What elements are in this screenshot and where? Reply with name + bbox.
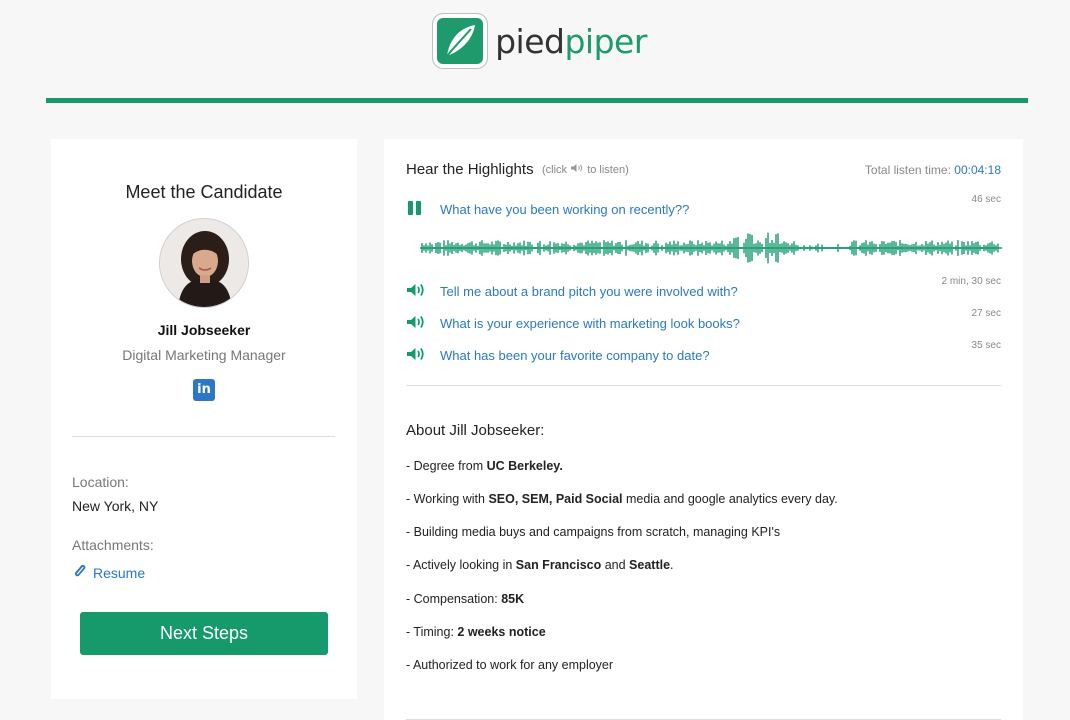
paperclip-icon xyxy=(73,563,87,582)
listen-hint: (click to listen) xyxy=(542,163,629,176)
location-label: Location: xyxy=(72,474,129,490)
speaker-small-icon xyxy=(570,164,587,176)
question-text[interactable]: What is your experience with marketing l… xyxy=(440,316,740,331)
total-time-label: Total listen time: xyxy=(864,163,951,177)
resume-label: Resume xyxy=(93,564,146,581)
question-text[interactable]: What have you been working on recently?? xyxy=(440,202,689,217)
bullet-bold-text: San Francisco xyxy=(515,558,602,572)
total-time-value: 00:04:18 xyxy=(954,163,1001,177)
about-bullet: - Authorized to work for any employer xyxy=(406,658,613,672)
bullet-text: . xyxy=(670,558,674,572)
bullet-text: - Building media buys and campaigns from… xyxy=(406,525,781,539)
bullet-bold-text: 85K xyxy=(501,592,525,606)
bullet-bold-text: 2 weeks notice xyxy=(457,625,546,639)
about-bullet: - Degree from UC Berkeley. xyxy=(406,459,563,473)
bullet-text: - Degree from xyxy=(406,459,487,473)
speaker-icon[interactable] xyxy=(406,346,426,364)
next-steps-button[interactable]: Next Steps xyxy=(80,612,328,655)
section-divider xyxy=(406,385,1001,386)
about-bullet: - Timing: 2 weeks notice xyxy=(406,625,546,639)
question-row[interactable]: What have you been working on recently??… xyxy=(406,194,1001,220)
resume-link[interactable]: Resume xyxy=(73,563,145,582)
highlights-heading: Hear the Highlights xyxy=(406,161,534,178)
bullet-text: - Authorized to work for any employer xyxy=(406,658,614,672)
candidate-name: Jill Jobseeker xyxy=(157,322,251,338)
logo-text-pied: pied xyxy=(495,21,565,61)
hint-suffix: to listen) xyxy=(587,164,629,176)
bullet-text: - Timing: xyxy=(406,625,458,639)
about-bullet: - Actively looking in San Francisco and … xyxy=(406,558,674,572)
bullet-bold-text: UC Berkeley. xyxy=(486,459,563,473)
about-bullet: - Building media buys and campaigns from… xyxy=(406,525,780,539)
leaf-logo-icon xyxy=(433,14,488,68)
question-duration: 27 sec xyxy=(971,308,1001,319)
meet-candidate-heading: Meet the Candidate xyxy=(125,182,283,202)
about-heading: About Jill Jobseeker: xyxy=(406,422,545,439)
attachments-label: Attachments: xyxy=(72,537,154,553)
question-duration: 35 sec xyxy=(971,340,1001,351)
question-text[interactable]: Tell me about a brand pitch you were inv… xyxy=(440,284,738,299)
question-duration: 46 sec xyxy=(971,194,1001,205)
audio-waveform[interactable] xyxy=(420,227,1002,269)
about-bullet: - Compensation: 85K xyxy=(406,592,524,606)
pause-icon[interactable] xyxy=(406,200,426,218)
candidate-avatar xyxy=(159,218,249,308)
bullet-text: - Working with xyxy=(406,492,489,506)
bullet-text: - Compensation: xyxy=(406,592,502,606)
logo-text-piper: piper xyxy=(564,21,647,61)
card-divider xyxy=(72,436,335,437)
question-duration: 2 min, 30 sec xyxy=(941,276,1001,287)
location-value: New York, NY xyxy=(72,498,159,514)
bullet-text: - Actively looking in xyxy=(406,558,516,572)
candidate-role: Digital Marketing Manager xyxy=(122,347,286,363)
hint-prefix: (click xyxy=(542,164,568,176)
question-text[interactable]: What has been your favorite company to d… xyxy=(440,348,710,363)
bullet-bold-text: SEO, SEM, Paid Social xyxy=(488,492,623,506)
header-divider xyxy=(46,98,1028,103)
piedpiper-logo: piedpiper xyxy=(424,6,656,76)
question-row[interactable]: Tell me about a brand pitch you were inv… xyxy=(406,276,1001,302)
total-listen-time: Total listen time: 00:04:18 xyxy=(865,163,1001,177)
question-row[interactable]: What is your experience with marketing l… xyxy=(406,308,1001,334)
speaker-icon[interactable] xyxy=(406,314,426,332)
speaker-icon[interactable] xyxy=(406,282,426,300)
bullet-text: and xyxy=(601,558,630,572)
linkedin-icon[interactable]: in xyxy=(193,379,215,401)
question-row[interactable]: What has been your favorite company to d… xyxy=(406,340,1001,366)
bullet-text: media and google analytics every day. xyxy=(622,492,838,506)
bullet-bold-text: Seattle xyxy=(629,558,671,572)
candidate-card: Meet the Candidate Jill Jobseeker Digita… xyxy=(51,139,357,699)
about-bullet: - Working with SEO, SEM, Paid Social med… xyxy=(406,492,838,506)
highlights-card: Hear the Highlights (click to listen) To… xyxy=(384,139,1023,720)
